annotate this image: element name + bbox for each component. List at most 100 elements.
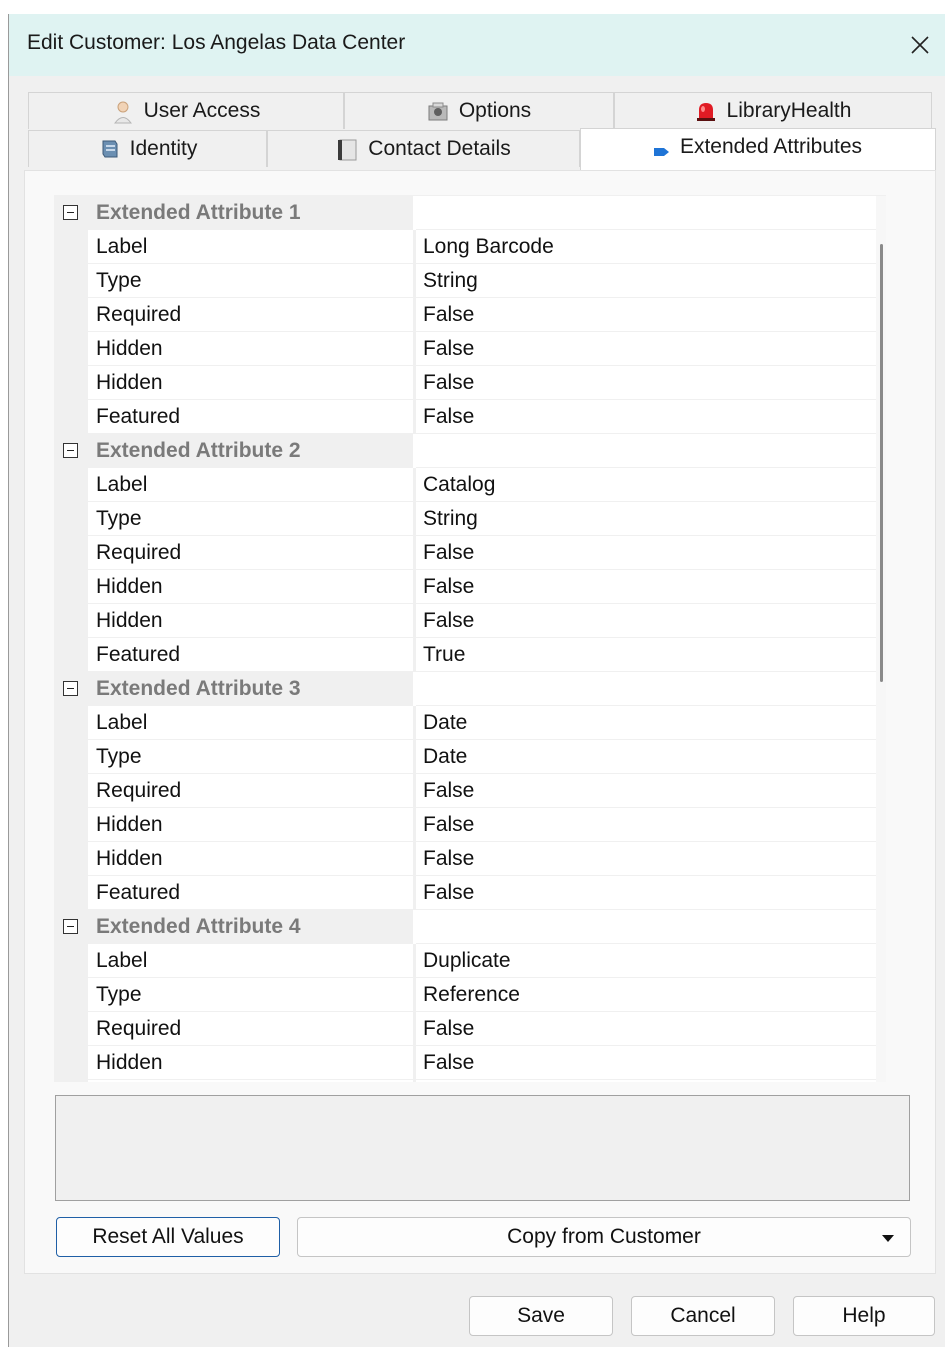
property-value[interactable]: False [416,400,876,434]
property-name: Hidden [88,1046,413,1080]
property-row[interactable]: Featured False [54,876,876,910]
property-value[interactable]: Duplicate [416,944,876,978]
property-value[interactable]: False [416,876,876,910]
alarm-light-icon [695,100,717,122]
property-value[interactable]: Date [416,740,876,774]
button-label: Save [517,1304,565,1327]
property-value[interactable]: Catalog [416,468,876,502]
property-name: Type [88,264,413,298]
property-row[interactable]: Label Date [54,706,876,740]
category-title: Extended Attribute 2 [88,434,413,468]
tab-label: Options [458,99,532,122]
property-value[interactable]: False [416,298,876,332]
close-icon [911,36,929,54]
collapse-toggle[interactable] [63,205,78,220]
property-value[interactable]: False [416,842,876,876]
property-name: Hidden [88,366,413,400]
user-icon [112,100,134,124]
property-row[interactable]: Label Catalog [54,468,876,502]
tab-identity[interactable]: Identity [28,130,267,167]
property-value[interactable]: False [416,1046,876,1080]
server-icon [98,138,120,160]
property-row[interactable]: Hidden False [54,570,876,604]
property-name: Required [88,1012,413,1046]
property-name: Type [88,978,413,1012]
property-name: Hidden [88,842,413,876]
property-value[interactable]: False [416,1012,876,1046]
close-button[interactable] [894,14,945,76]
category-title: Extended Attribute 1 [88,196,413,230]
property-row[interactable]: Featured False [54,400,876,434]
property-row[interactable]: Hidden False [54,366,876,400]
scrollbar-thumb[interactable] [880,244,883,682]
property-value[interactable]: String [416,264,876,298]
collapse-toggle[interactable] [63,443,78,458]
property-value[interactable]: String [416,502,876,536]
property-value[interactable]: False [416,604,876,638]
cancel-button[interactable]: Cancel [631,1296,775,1336]
button-label: Cancel [670,1304,736,1327]
help-button[interactable]: Help [793,1296,935,1336]
property-name: Required [88,774,413,808]
tab-library-health[interactable]: LibraryHealth [614,92,932,129]
category-row: Extended Attribute 4 [54,910,876,944]
property-row[interactable]: Type String [54,502,876,536]
address-book-icon [336,138,358,161]
property-row[interactable]: Hidden False [54,808,876,842]
property-description-box [55,1095,910,1201]
tab-user-access[interactable]: User Access [28,92,344,129]
category-row: Extended Attribute 1 [54,196,876,230]
property-value[interactable] [416,1080,876,1082]
tab-extended-attributes[interactable]: Extended Attributes [580,128,936,170]
property-name: Featured [88,638,413,672]
dropdown-label: Copy from Customer [507,1225,701,1248]
property-value[interactable]: False [416,570,876,604]
tab-label: Contact Details [368,137,511,160]
property-row[interactable]: Hidden False [54,604,876,638]
chevron-down-icon [882,1235,894,1242]
property-row[interactable]: Required False [54,298,876,332]
collapse-toggle[interactable] [63,681,78,696]
property-value[interactable]: False [416,774,876,808]
property-row[interactable]: Type Reference [54,978,876,1012]
grid-scrollbar[interactable] [876,196,886,1082]
reset-all-values-button[interactable]: Reset All Values [56,1217,280,1257]
property-grid[interactable]: Extended Attribute 1 Label Long Barcode T… [54,195,886,1082]
save-button[interactable]: Save [469,1296,613,1336]
tab-label: User Access [143,99,261,122]
property-value[interactable]: False [416,808,876,842]
tab-contact-details[interactable]: Contact Details [267,130,580,167]
property-value[interactable]: False [416,536,876,570]
property-row[interactable]: Required False [54,536,876,570]
property-row[interactable]: Hidden False [54,1046,876,1080]
property-value[interactable]: True [416,638,876,672]
tab-options[interactable]: Options [344,92,614,129]
property-row[interactable]: Type Date [54,740,876,774]
property-name: Label [88,468,413,502]
property-name: Label [88,230,413,264]
property-row[interactable]: Hidden False [54,842,876,876]
property-name: Required [88,536,413,570]
property-name: Hidden [88,808,413,842]
property-row[interactable]: Required False [54,1012,876,1046]
options-icon [427,100,449,122]
property-value[interactable]: Reference [416,978,876,1012]
property-row[interactable]: Featured True [54,638,876,672]
property-row[interactable]: Label Long Barcode [54,230,876,264]
collapse-toggle[interactable] [63,919,78,934]
category-row: Extended Attribute 2 [54,434,876,468]
category-title: Extended Attribute 3 [88,672,413,706]
property-name: Featured [88,876,413,910]
copy-from-customer-dropdown[interactable]: Copy from Customer [297,1217,911,1257]
property-row[interactable] [54,1080,876,1082]
property-row[interactable]: Hidden False [54,332,876,366]
property-value[interactable]: Long Barcode [416,230,876,264]
property-value[interactable]: False [416,366,876,400]
property-row[interactable]: Label Duplicate [54,944,876,978]
property-row[interactable]: Type String [54,264,876,298]
property-row[interactable]: Required False [54,774,876,808]
property-name: Hidden [88,570,413,604]
property-value[interactable]: False [416,332,876,366]
property-value[interactable]: Date [416,706,876,740]
property-name: Type [88,502,413,536]
